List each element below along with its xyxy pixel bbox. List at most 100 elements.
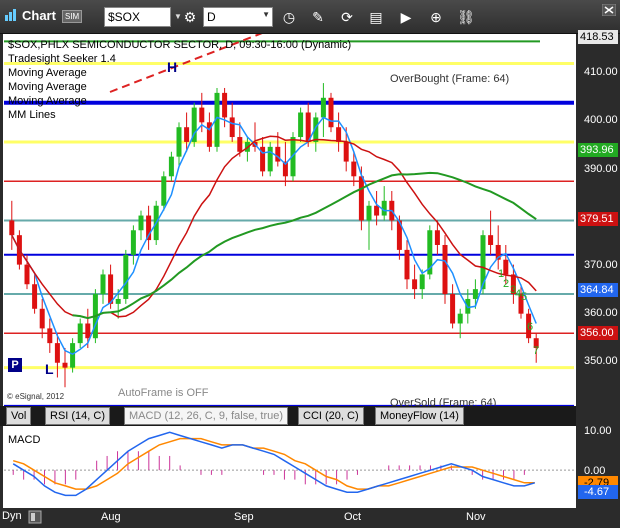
price-tick-370: 370.00 [584, 259, 618, 271]
p-marker: P [8, 358, 22, 372]
candle-body-57 [442, 244, 448, 295]
candle-body-0 [9, 220, 15, 236]
clock-icon[interactable]: ◷ [279, 7, 299, 27]
candle-body-59 [457, 313, 463, 324]
price-badge-418: 418.53 [578, 30, 618, 44]
tab-rsi[interactable]: RSI (14, C) [45, 407, 111, 425]
interval-value: D [207, 10, 216, 24]
candle-body-3 [32, 284, 38, 309]
date-label-aug: Aug [101, 511, 121, 523]
candle-body-5 [47, 328, 53, 344]
tab-macd[interactable]: MACD (12, 26, C, 9, false, true) [124, 407, 289, 425]
candle-body-8 [70, 343, 76, 368]
date-label-sep: Sep [234, 511, 254, 523]
price-tick-350: 350.00 [584, 355, 618, 367]
candle-body-12 [100, 274, 106, 295]
overbought-label: OverBought (Frame: 64) [390, 73, 510, 85]
copyright-label: © eSignal, 2012 [7, 392, 65, 401]
layout-icon[interactable] [28, 510, 42, 524]
price-badge-356: 356.00 [578, 326, 618, 340]
candle-body-14 [115, 298, 121, 304]
legend-line-ma1: Moving Average [8, 67, 87, 79]
seq-label-6: 6 [527, 321, 534, 333]
status-dyn: Dyn [2, 510, 22, 522]
autoframe-label: AutoFrame is OFF [118, 387, 209, 399]
date-label-oct: Oct [344, 511, 362, 523]
seq-label-2: 2 [503, 278, 510, 290]
candle-body-63 [488, 235, 494, 245]
legend-line-seeker: Tradesight Seeker 1.4 [8, 53, 116, 65]
candle-body-7 [62, 362, 68, 368]
candle-body-54 [419, 274, 425, 290]
interval-select[interactable]: D ▼ [203, 7, 273, 27]
macd-badge-macd: -4.67 [578, 485, 618, 499]
price-tick-390: 390.00 [584, 163, 618, 175]
candle-body-10 [85, 323, 91, 339]
plus-icon[interactable]: ⊕ [426, 7, 446, 27]
chart-toolbar: Chart SIM $SOX ▼ ⚙ D ▼ ◷ ✎ ⟳ ▤ ▶ ⊕ ⛓ [0, 0, 620, 34]
link-icon[interactable]: ⛓ [456, 7, 476, 27]
candle-body-2 [24, 264, 30, 285]
candle-body-45 [351, 161, 357, 177]
candle-body-48 [374, 205, 380, 216]
price-badge-393: 393.96 [578, 143, 618, 157]
candle-body-34 [267, 146, 273, 172]
legend-line-mm: MM Lines [8, 109, 56, 121]
candle-body-23 [184, 127, 190, 142]
candle-body-43 [336, 127, 342, 142]
macd-title: MACD [8, 434, 41, 446]
candle-body-4 [39, 308, 45, 329]
candle-body-20 [161, 176, 167, 206]
macd-tick-10: 10.00 [584, 425, 612, 437]
candle-body-53 [412, 279, 418, 290]
window-title: Chart [22, 8, 56, 23]
legend-line-symbol: $SOX,PHLX SEMICONDUCTOR SECTOR, D, 09:30… [8, 39, 352, 51]
candle-body-46 [358, 176, 364, 221]
price-badge-364: 364.84 [578, 283, 618, 297]
high-marker: H [167, 59, 178, 75]
chart-logo-icon [5, 9, 16, 21]
tab-vol[interactable]: Vol [6, 407, 32, 425]
legend-line-ma2: Moving Average [8, 81, 87, 93]
candle-body-6 [54, 343, 60, 363]
candle-body-56 [434, 230, 440, 245]
news-icon[interactable]: ▤ [366, 7, 386, 27]
candle-body-47 [366, 205, 372, 221]
price-tick-360: 360.00 [584, 307, 618, 319]
tab-moneyflow[interactable]: MoneyFlow (14) [375, 407, 464, 425]
candle-body-17 [138, 215, 144, 231]
date-label-nov: Nov [466, 511, 486, 523]
seq-label-5: 5 [521, 291, 528, 303]
price-tick-410: 410.00 [584, 66, 618, 78]
seq-label-7: 7 [533, 345, 540, 357]
macd-pane [3, 426, 576, 508]
candle-body-44 [343, 141, 349, 162]
window-controls-icon[interactable] [602, 4, 616, 16]
candle-body-61 [472, 289, 478, 299]
refresh-icon[interactable]: ⟳ [337, 7, 357, 27]
candle-body-22 [176, 127, 182, 157]
candle-body-9 [77, 323, 83, 344]
tab-cci[interactable]: CCI (20, C) [298, 407, 364, 425]
chart-area[interactable]: $SOX,PHLX SEMICONDUCTOR SECTOR, D, 09:30… [0, 29, 620, 528]
study-tabs: Vol RSI (14, C) MACD (12, 26, C, 9, fals… [0, 406, 576, 426]
candle-body-30 [237, 137, 243, 152]
candle-body-49 [381, 200, 387, 216]
chevron-down-icon: ▼ [262, 10, 270, 19]
legend-line-ma3: Moving Average [8, 95, 87, 107]
candle-body-15 [123, 254, 129, 299]
gear-icon[interactable]: ⚙ [180, 7, 200, 27]
pencil-icon[interactable]: ✎ [308, 7, 328, 27]
candle-body-16 [130, 230, 136, 255]
symbol-value: $SOX [108, 10, 141, 24]
price-tick-400: 400.00 [584, 114, 618, 126]
price-badge-379: 379.51 [578, 212, 618, 226]
candle-body-58 [450, 294, 456, 324]
symbol-input[interactable]: $SOX [104, 7, 171, 27]
candle-body-21 [168, 156, 174, 177]
candle-body-52 [404, 249, 410, 280]
chart-legend: $SOX,PHLX SEMICONDUCTOR SECTOR, D, 09:30… [8, 38, 351, 122]
play-icon[interactable]: ▶ [396, 7, 416, 27]
low-marker: L [45, 361, 54, 377]
sim-badge: SIM [62, 10, 83, 23]
